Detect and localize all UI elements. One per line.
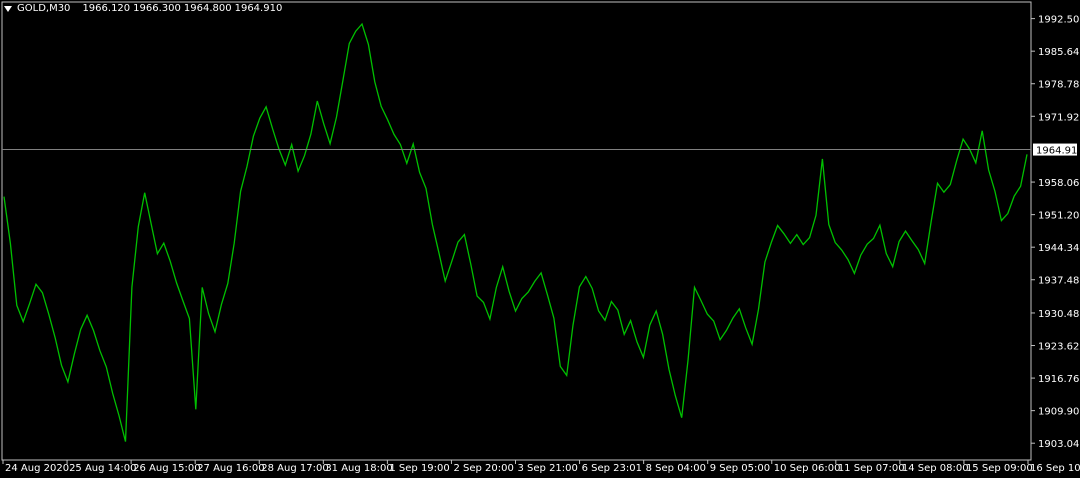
x-tick-label: 28 Aug 17:00 [261,463,328,474]
x-tick-label: 16 Sep 10:00 [1030,463,1080,474]
x-tick-label: 3 Sep 21:00 [518,463,578,474]
y-tick-label: 1978.780 [1038,80,1080,91]
x-tick-label: 27 Aug 16:00 [197,463,264,474]
symbol-header: GOLD,M30 1966.120 1966.300 1964.800 1964… [4,3,282,14]
current-price-label: 1964.910 [1036,146,1080,157]
price-series-line [3,22,1028,442]
symbol-name: GOLD,M30 [17,3,71,14]
x-tick-label: 31 Aug 18:00 [325,463,392,474]
x-tick-label: 24 Aug 2020 [5,463,69,474]
x-tick-label: 2 Sep 20:00 [453,463,513,474]
y-tick-label: 1916.760 [1038,374,1080,385]
x-tick-label: 8 Sep 04:00 [646,463,706,474]
y-tick-label: 1909.900 [1038,407,1080,418]
collapse-triangle-icon[interactable] [4,5,12,12]
x-tick-label: 25 Aug 14:00 [69,463,136,474]
y-tick-label: 1951.200 [1038,211,1080,222]
x-tick-label: 9 Sep 05:00 [710,463,770,474]
y-tick-label: 1923.620 [1038,342,1080,353]
y-tick-label: 1944.340 [1038,243,1080,254]
open-price: 1966.120 [82,3,131,14]
high-price: 1966.300 [133,3,181,14]
y-tick-label: 1958.060 [1038,178,1080,189]
x-tick-label: 10 Sep 06:00 [774,463,841,474]
low-price: 1964.800 [183,3,232,14]
y-tick-label: 1937.480 [1038,276,1080,287]
x-tick-label: 26 Aug 15:00 [133,463,200,474]
x-tick-label: 15 Sep 09:00 [966,463,1033,474]
y-tick-label: 1903.040 [1038,439,1080,450]
y-tick-label: 1971.920 [1038,112,1080,123]
y-tick-label: 1992.500 [1038,15,1080,26]
x-tick-label: 6 Sep 23:01 [582,463,642,474]
y-tick-label: 1985.640 [1038,47,1080,58]
x-tick-label: 14 Sep 08:00 [902,463,969,474]
price-chart[interactable]: 1992.500 1985.640 1978.780 1971.920 1964.910… [0,0,1080,478]
x-tick-label: 1 Sep 19:00 [389,463,449,474]
y-tick-label: 1930.480 [1038,309,1080,320]
chart-window[interactable]: 1992.500 1985.640 1978.780 1971.920 1964.910… [0,0,1080,478]
close-price: 1964.910 [234,3,283,14]
x-tick-label: 11 Sep 07:00 [838,463,905,474]
